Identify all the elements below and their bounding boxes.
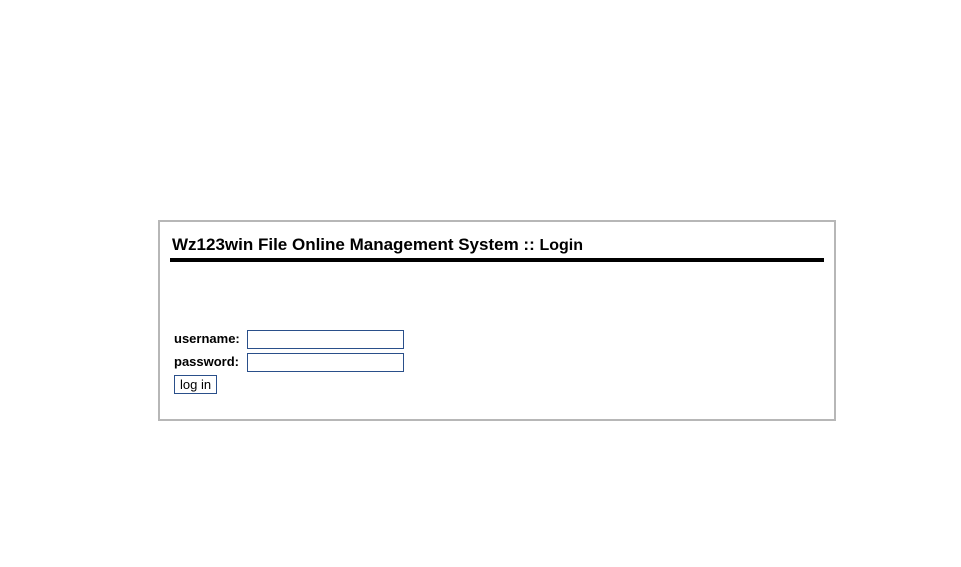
page-title-main: Wz123win File Online Management System :… bbox=[172, 235, 535, 254]
login-button[interactable]: log in bbox=[174, 375, 218, 394]
username-input[interactable] bbox=[247, 329, 404, 349]
login-panel: Wz123win File Online Management System :… bbox=[158, 220, 836, 421]
title-divider bbox=[170, 258, 824, 262]
page-title-sub: Login bbox=[539, 237, 584, 254]
page-title: Wz123win File Online Management System :… bbox=[172, 234, 583, 257]
password-input[interactable] bbox=[247, 352, 404, 372]
password-row: password: bbox=[174, 352, 404, 372]
password-label: password: bbox=[174, 354, 240, 369]
username-row: username: bbox=[174, 329, 404, 349]
username-label: username: bbox=[174, 331, 240, 346]
